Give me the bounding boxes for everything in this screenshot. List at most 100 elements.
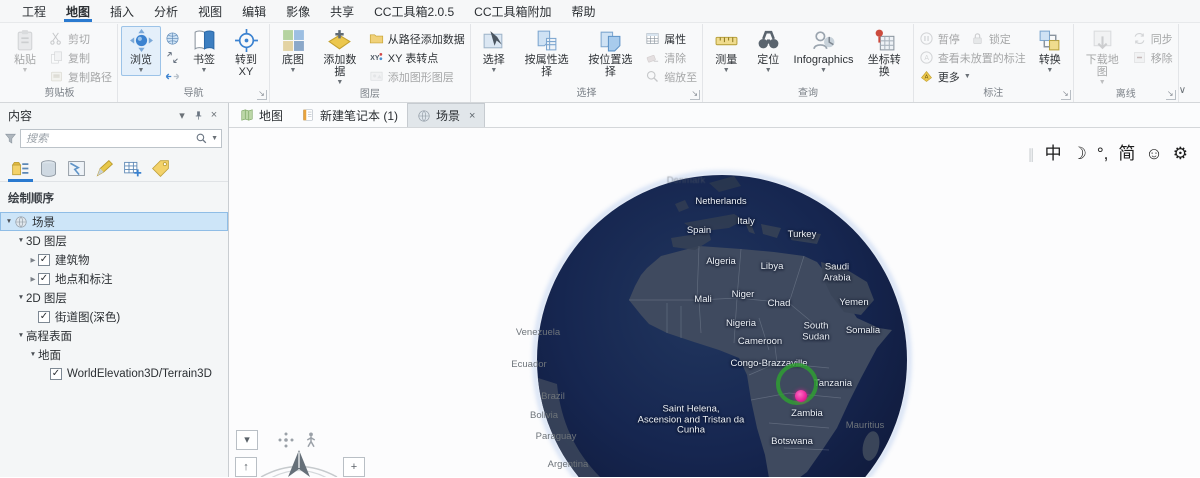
group-ground[interactable]: ▼ 地面	[0, 345, 228, 364]
ime-language-mode[interactable]: 中	[1041, 142, 1066, 166]
basemap-button[interactable]: 底图 ▼	[273, 26, 313, 76]
select-icon	[481, 28, 506, 53]
select-by-location-button-label: 按位置选择	[588, 54, 633, 78]
pause-labeling-button-label: 暂停	[937, 33, 960, 46]
menu-project[interactable]: 工程	[12, 0, 56, 22]
layer-world-elevation-terrain3d[interactable]: ✓ WorldElevation3D/Terrain3D	[0, 364, 228, 383]
menu-insert[interactable]: 插入	[100, 0, 144, 22]
list-by-editing-icon[interactable]	[92, 156, 117, 181]
lock-labeling-button-label: 锁定	[988, 33, 1011, 46]
basemap-button-label: 底图	[282, 54, 304, 66]
previous-next-extent-buttons[interactable]	[163, 68, 182, 85]
filter-icon[interactable]	[4, 132, 17, 145]
infographics-button[interactable]: Infographics ▼	[790, 26, 857, 76]
collapse-icon[interactable]: ▼	[4, 218, 14, 225]
menu-cc-toolbox[interactable]: CC工具箱2.0.5	[364, 0, 464, 22]
group-ground-label: 地面	[38, 349, 61, 362]
ribbon-group-content: 底图 ▼ 添加数据 ▼ 从路径添加数据 XY XY 表转点 添加图形图层	[273, 24, 467, 88]
cut-icon	[49, 31, 64, 46]
explore-button[interactable]: 浏览 ▼	[121, 26, 161, 76]
layer-buildings[interactable]: ▶ ✓ 建筑物	[0, 250, 228, 269]
download-map-button: 下载地图 ▼	[1077, 26, 1128, 88]
dialog-launcher-icon[interactable]: ↘	[257, 90, 267, 100]
menu-cc-toolbox-addon[interactable]: CC工具箱附加	[464, 0, 561, 22]
menu-view[interactable]: 视图	[188, 0, 232, 22]
list-by-selection-icon[interactable]	[64, 156, 89, 181]
menu-share[interactable]: 共享	[320, 0, 364, 22]
ribbon-collapse-chevron-icon[interactable]: ∨	[1179, 85, 1200, 102]
expand-icon[interactable]: ▶	[28, 256, 38, 264]
list-by-snapping-icon[interactable]	[120, 156, 145, 181]
list-by-data-source-icon[interactable]	[36, 156, 61, 181]
group-elevation-surfaces[interactable]: ▼ 高程表面	[0, 326, 228, 345]
clear-selection-button: 清除	[643, 49, 699, 66]
group-2d-layers[interactable]: ▼ 2D 图层	[0, 288, 228, 307]
bookmarks-button[interactable]: 书签 ▼	[184, 26, 224, 76]
collapse-icon[interactable]: ▼	[16, 332, 26, 339]
tab-close-icon[interactable]: ×	[469, 110, 475, 122]
ribbon-group-content: 下载地图 ▼ 同步 移除	[1077, 24, 1175, 88]
layer-streets-dark[interactable]: ✓ 街道图(深色)	[0, 307, 228, 326]
navigator-up-arrow-button[interactable]: ↑	[235, 457, 257, 477]
layer-places-and-labels-visibility-checkbox[interactable]: ✓	[38, 272, 50, 285]
ime-moon-fullhalf-icon[interactable]: ☽	[1068, 142, 1091, 166]
list-by-labeling-icon[interactable]	[148, 156, 173, 181]
select-by-location-button[interactable]: 按位置选择	[579, 26, 641, 80]
menu-imagery[interactable]: 影像	[276, 0, 320, 22]
measure-button[interactable]: 测量 ▼	[706, 26, 746, 76]
expand-icon[interactable]: ▶	[28, 275, 38, 283]
layer-streets-dark-label: 街道图(深色)	[55, 311, 121, 324]
search-history-chevron-icon[interactable]: ▼	[208, 135, 218, 142]
convert-labels-button[interactable]: 转换 ▼	[1030, 26, 1070, 76]
group-3d-layers[interactable]: ▼ 3D 图层	[0, 231, 228, 250]
fixed-zoom-buttons[interactable]	[163, 49, 182, 66]
select-by-attributes-button[interactable]: 按属性选择	[516, 26, 578, 80]
dialog-launcher-icon[interactable]: ↘	[1060, 90, 1071, 100]
menu-help[interactable]: 帮助	[562, 0, 606, 22]
menu-analysis[interactable]: 分析	[144, 0, 188, 22]
layer-buildings-visibility-checkbox[interactable]: ✓	[38, 253, 50, 266]
xy-table-to-point-button[interactable]: XY XY 表转点	[367, 49, 467, 66]
attributes-button[interactable]: 属性	[643, 30, 699, 47]
ime-emoji-icon[interactable]: ☺	[1141, 142, 1166, 166]
ime-punctuation-mode[interactable]: °,	[1093, 142, 1113, 166]
select-button[interactable]: 选择 ▼	[474, 26, 514, 76]
pan-mode-icon[interactable]	[277, 431, 295, 449]
pane-menu-chevron-icon[interactable]: ▾	[174, 109, 190, 122]
coordinate-conversion-button[interactable]: 坐标转换	[859, 26, 910, 80]
walk-mode-icon[interactable]	[302, 431, 320, 449]
dialog-launcher-icon[interactable]: ↘	[690, 90, 701, 100]
collapse-icon[interactable]: ▼	[16, 294, 26, 301]
go-to-xy-button[interactable]: 转到 XY	[226, 26, 266, 80]
tab-new-notebook[interactable]: 新建笔记本 (1)	[292, 103, 407, 127]
ribbon-group-content: 测量 ▼ 定位 ▼ Infographics ▼ 坐标转换	[706, 24, 910, 87]
menu-map[interactable]: 地图	[56, 0, 100, 22]
locate-button[interactable]: 定位 ▼	[748, 26, 788, 76]
layer-streets-dark-visibility-checkbox[interactable]: ✓	[38, 310, 50, 323]
full-extent-button[interactable]	[163, 30, 182, 47]
menu-edit[interactable]: 编辑	[232, 0, 276, 22]
collapse-icon[interactable]: ▼	[16, 237, 26, 244]
list-by-drawing-order-icon[interactable]	[8, 156, 33, 182]
nav-arrows-icon	[165, 69, 180, 84]
ime-simplified-traditional[interactable]: 简	[1114, 142, 1139, 166]
add-data-button[interactable]: 添加数据 ▼	[315, 26, 365, 88]
navigator-collapse-button[interactable]: ▾	[236, 430, 258, 450]
zoom-in-button[interactable]: +	[343, 457, 365, 477]
search-input[interactable]	[26, 132, 196, 145]
layer-world-elevation-terrain3d-visibility-checkbox[interactable]: ✓	[50, 367, 62, 380]
layer-scene[interactable]: ▼ 场景	[0, 212, 228, 231]
more-labeling-button[interactable]: A 更多 ▼	[917, 68, 973, 85]
collapse-icon[interactable]: ▼	[28, 351, 38, 358]
pane-pin-icon[interactable]	[190, 109, 206, 121]
tab-scene[interactable]: 场景 ×	[407, 103, 486, 127]
scene-view[interactable]: Denmark Netherlands Spain Italy Turkey Algeri…	[229, 128, 1200, 477]
ime-settings-gear-icon[interactable]: ⚙	[1169, 142, 1192, 166]
ribbon-group-label: 标注	[983, 88, 1004, 99]
dialog-launcher-icon[interactable]: ↘	[1165, 90, 1176, 100]
layer-places-and-labels[interactable]: ▶ ✓ 地点和标注	[0, 269, 228, 288]
tab-map[interactable]: 地图	[231, 103, 292, 127]
search-icon[interactable]	[195, 132, 208, 145]
add-data-from-path-button[interactable]: 从路径添加数据	[367, 30, 467, 47]
pane-close-icon[interactable]: ×	[206, 109, 222, 121]
